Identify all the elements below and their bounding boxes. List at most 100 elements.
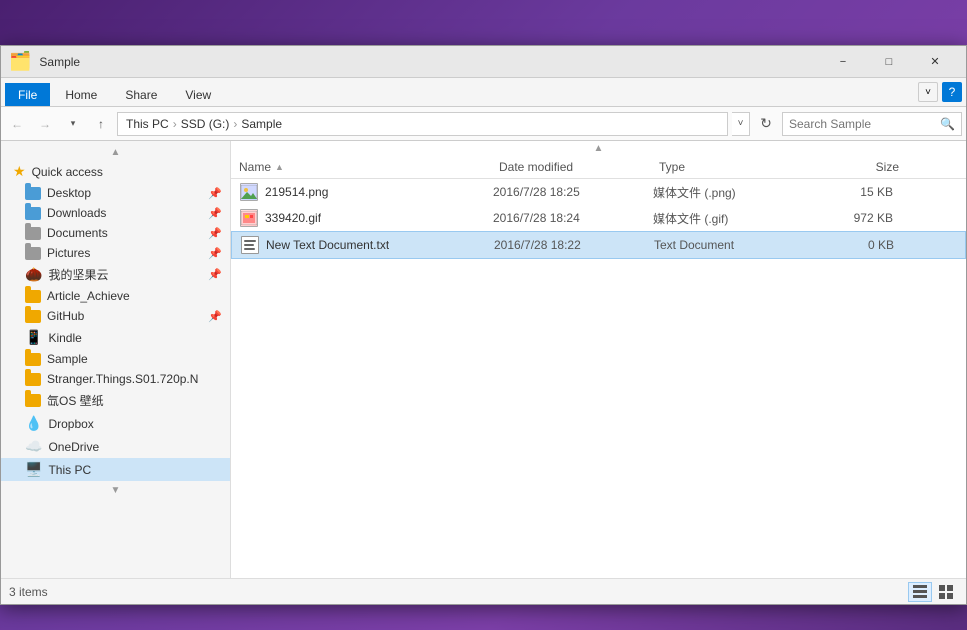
title-icons: 🗂️ bbox=[9, 51, 31, 72]
back-button[interactable]: ← bbox=[5, 112, 29, 136]
statusbar: 3 items bbox=[1, 578, 966, 604]
content-scroll-top[interactable]: ▲ bbox=[231, 141, 966, 156]
stranger-folder-icon bbox=[25, 373, 41, 386]
file-size-3: 0 KB bbox=[814, 238, 894, 252]
addressbar: ← → ▾ ↑ This PC › SSD (G:) › Sample ˅ ↻ … bbox=[1, 107, 966, 141]
file-date-2: 2016/7/28 18:24 bbox=[493, 211, 653, 225]
nutcloud-label: 我的坚果云 bbox=[48, 266, 108, 283]
up-button[interactable]: ↑ bbox=[89, 112, 113, 136]
onedrive-label: OneDrive bbox=[48, 440, 99, 454]
downloads-folder-icon bbox=[25, 207, 41, 220]
sidebar-item-stranger[interactable]: Stranger.Things.S01.720p.N bbox=[1, 369, 230, 389]
ribbon-tabs: File Home Share View ˅ ? bbox=[1, 78, 966, 106]
sidebar-item-kindle[interactable]: 📱 Kindle bbox=[1, 326, 230, 349]
table-row[interactable]: 339420.gif 2016/7/28 18:24 媒体文件 (.gif) 9… bbox=[231, 205, 966, 231]
address-path[interactable]: This PC › SSD (G:) › Sample bbox=[117, 112, 728, 136]
minimize-button[interactable]: − bbox=[820, 46, 866, 78]
col-size-label: Size bbox=[819, 160, 899, 174]
path-ssd: SSD (G:) bbox=[181, 117, 230, 131]
filename-3: New Text Document.txt bbox=[266, 238, 389, 252]
file-size-2: 972 KB bbox=[813, 211, 893, 225]
sidebar-item-pictures[interactable]: Pictures 📌 bbox=[1, 243, 230, 263]
file-date-1: 2016/7/28 18:25 bbox=[493, 185, 653, 199]
details-view-button[interactable] bbox=[908, 582, 932, 602]
path-sample: Sample bbox=[241, 117, 282, 131]
path-sep1: › bbox=[173, 117, 177, 131]
forward-button[interactable]: → bbox=[33, 112, 57, 136]
sidebar: ▲ ★ Quick access Desktop 📌 Downloads 📌 bbox=[1, 141, 231, 578]
thispc-label: This PC bbox=[48, 463, 91, 477]
details-view-icon bbox=[913, 585, 927, 599]
close-button[interactable]: ✕ bbox=[912, 46, 958, 78]
dropbox-label: Dropbox bbox=[48, 417, 93, 431]
png-icon bbox=[240, 183, 258, 201]
article-label: Article_Achieve bbox=[47, 289, 130, 303]
github-folder-icon bbox=[25, 310, 41, 323]
refresh-button[interactable]: ↻ bbox=[754, 112, 778, 136]
path-thispc: This PC bbox=[126, 117, 169, 131]
file-date-3: 2016/7/28 18:22 bbox=[494, 238, 654, 252]
gif-icon bbox=[240, 209, 258, 227]
pictures-pin-icon: 📌 bbox=[208, 247, 222, 260]
filename-1: 219514.png bbox=[265, 185, 328, 199]
quick-access-label: Quick access bbox=[32, 165, 103, 179]
file-type-2: 媒体文件 (.gif) bbox=[653, 210, 813, 227]
tab-home[interactable]: Home bbox=[52, 83, 110, 106]
github-label: GitHub bbox=[47, 309, 84, 323]
sidebar-scroll-down[interactable]: ▼ bbox=[1, 483, 230, 498]
sidebar-item-dropbox[interactable]: 💧 Dropbox bbox=[1, 412, 230, 435]
sidebar-item-desktop[interactable]: Desktop 📌 bbox=[1, 183, 230, 203]
desktop-pin-icon: 📌 bbox=[208, 187, 222, 200]
sidebar-item-sample[interactable]: Sample bbox=[1, 349, 230, 369]
tiles-view-button[interactable] bbox=[934, 582, 958, 602]
window-controls: − □ ✕ bbox=[820, 46, 958, 78]
view-toggle bbox=[908, 582, 958, 602]
help-button[interactable]: ? bbox=[942, 82, 962, 102]
sample-folder-icon bbox=[25, 353, 41, 366]
tab-file[interactable]: File bbox=[5, 83, 50, 106]
tab-share[interactable]: Share bbox=[112, 83, 170, 106]
sidebar-item-article[interactable]: Article_Achieve bbox=[1, 286, 230, 306]
nios-label: 氙OS 壁纸 bbox=[47, 392, 104, 409]
sidebar-item-nios[interactable]: 氙OS 壁纸 bbox=[1, 389, 230, 412]
article-folder-icon bbox=[25, 290, 41, 303]
file-name-cell-2: 339420.gif bbox=[239, 209, 493, 227]
sidebar-item-thispc[interactable]: 🖥️ This PC bbox=[1, 458, 230, 481]
sidebar-item-onedrive[interactable]: ☁️ OneDrive bbox=[1, 435, 230, 458]
sidebar-item-github[interactable]: GitHub 📌 bbox=[1, 306, 230, 326]
search-input[interactable] bbox=[789, 117, 936, 131]
documents-folder-icon bbox=[25, 227, 41, 240]
file-type-3: Text Document bbox=[654, 238, 814, 252]
nios-folder-icon bbox=[25, 394, 41, 407]
file-name-cell-1: 219514.png bbox=[239, 183, 493, 201]
search-icon: 🔍 bbox=[940, 117, 955, 131]
maximize-button[interactable]: □ bbox=[866, 46, 912, 78]
sidebar-scroll-up[interactable]: ▲ bbox=[1, 145, 230, 160]
title-bar: 🗂️ Sample − □ ✕ bbox=[1, 46, 966, 78]
sidebar-header-quickaccess[interactable]: ★ Quick access bbox=[1, 160, 230, 183]
tiles-view-icon bbox=[939, 585, 953, 599]
col-type-label: Type bbox=[659, 160, 819, 174]
table-row[interactable]: New Text Document.txt 2016/7/28 18:22 Te… bbox=[231, 231, 966, 259]
col-name-label: Name bbox=[239, 160, 271, 174]
downloads-pin-icon: 📌 bbox=[208, 207, 222, 220]
tab-view[interactable]: View bbox=[172, 83, 224, 106]
sidebar-item-downloads[interactable]: Downloads 📌 bbox=[1, 203, 230, 223]
file-type-1: 媒体文件 (.png) bbox=[653, 184, 813, 201]
table-row[interactable]: 219514.png 2016/7/28 18:25 媒体文件 (.png) 1… bbox=[231, 179, 966, 205]
documents-label: Documents bbox=[47, 226, 108, 240]
file-name-cell-3: New Text Document.txt bbox=[240, 236, 494, 254]
ribbon: File Home Share View ˅ ? bbox=[1, 78, 966, 107]
item-count: 3 items bbox=[9, 585, 48, 599]
stranger-label: Stranger.Things.S01.720p.N bbox=[47, 372, 198, 386]
gif-file-icon bbox=[239, 209, 259, 227]
ribbon-collapse-button[interactable]: ˅ bbox=[918, 82, 938, 102]
path-sep2: › bbox=[233, 117, 237, 131]
sidebar-item-documents[interactable]: Documents 📌 bbox=[1, 223, 230, 243]
address-dropdown[interactable]: ˅ bbox=[732, 112, 750, 136]
search-box[interactable]: 🔍 bbox=[782, 112, 962, 136]
sidebar-item-nutcloud[interactable]: 🌰 我的坚果云 📌 bbox=[1, 263, 230, 286]
pictures-label: Pictures bbox=[47, 246, 90, 260]
recent-locations-button[interactable]: ▾ bbox=[61, 112, 85, 136]
txt-icon bbox=[241, 236, 259, 254]
